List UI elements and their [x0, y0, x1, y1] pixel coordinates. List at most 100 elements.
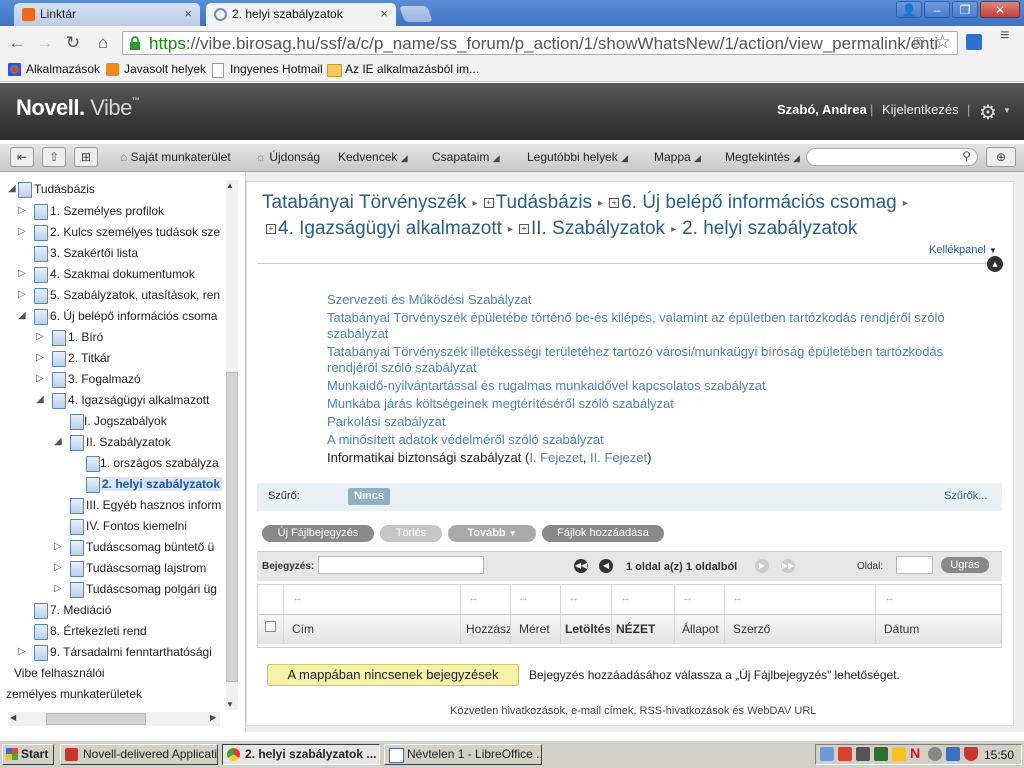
gear-icon[interactable]: ⚙	[979, 100, 997, 125]
sidebar-hscroll-thumb[interactable]	[46, 713, 146, 725]
tray-app-icon[interactable]	[838, 747, 852, 761]
reload-icon[interactable]: ↻	[62, 32, 84, 54]
user-name-link[interactable]: Szabó, Andrea	[777, 102, 867, 117]
bookmark-star-icon[interactable]: ☆	[934, 31, 951, 54]
close-window-button[interactable]: ✕	[980, 1, 1020, 18]
column-resize-icon[interactable]: ↔	[620, 592, 631, 604]
nav-folder[interactable]: Mappa ◢	[654, 150, 701, 164]
new-file-entry-button[interactable]: Új Fájlbejegyzés	[262, 525, 374, 542]
search-input[interactable]: ⚲	[806, 148, 978, 166]
add-files-button[interactable]: Fájlok hozzáadása	[542, 525, 664, 542]
subfolder-link[interactable]: Parkolási szabályzat	[327, 414, 987, 430]
column-resize-icon[interactable]: ↔	[682, 592, 693, 604]
upload-icon[interactable]: ⇧	[42, 147, 66, 167]
footer-links[interactable]: Közvetlen hivatkozások, e-mail címek, RS…	[450, 705, 816, 717]
n-letter-icon[interactable]: N	[910, 745, 920, 761]
column-resize-icon[interactable]: ↔	[732, 592, 743, 604]
last-page-icon[interactable]: ▶▶	[781, 559, 795, 573]
volume-icon[interactable]	[856, 747, 870, 761]
next-page-icon[interactable]: ▶	[755, 559, 769, 573]
subfolder-link[interactable]: Szervezeti és Működési Szabályzat	[327, 292, 987, 308]
subfolder-link[interactable]: Tatabányai Törvényszék épületébe történő…	[327, 310, 987, 342]
toolpanel-link[interactable]: Kellékpanel ▼	[929, 244, 997, 256]
scroll-down-icon[interactable]: ▼	[226, 700, 234, 709]
tray-app-icon[interactable]	[874, 747, 888, 761]
home-icon[interactable]: ⌂	[92, 32, 114, 54]
column-header[interactable]: Cím	[292, 622, 452, 636]
taskbar-item[interactable]: Névtelen 1 - LibreOffice ...	[384, 744, 542, 765]
tray-app-icon[interactable]	[946, 747, 960, 761]
expand-icon[interactable]: +	[518, 224, 529, 234]
column-header[interactable]: Állapot	[682, 622, 722, 636]
nav-favorites[interactable]: Kedvencek ◢	[338, 150, 408, 164]
column-header[interactable]: Dátum	[884, 622, 994, 636]
breadcrumb-item[interactable]: Tatabányai Törvényszék	[262, 192, 467, 213]
taskbar-item[interactable]: Novell-delivered Applicati...	[60, 744, 218, 765]
column-resize-icon[interactable]: ↔	[468, 592, 479, 604]
column-resize-icon[interactable]: ↔	[292, 592, 303, 604]
logout-link[interactable]: Kijelentkezés	[882, 102, 959, 117]
nav-my-workspace[interactable]: ⌂ Saját munkaterület	[120, 150, 231, 164]
sidebar-scroll-thumb[interactable]	[226, 372, 238, 682]
subfolder-link[interactable]: Munkába járás költségeinek megtérítésérő…	[327, 396, 987, 412]
go-button[interactable]: Ugrás	[941, 557, 989, 573]
column-header[interactable]: Letöltések	[565, 622, 610, 636]
column-resize-icon[interactable]: ↔	[518, 592, 529, 604]
column-resize-icon[interactable]: ↔	[568, 592, 579, 604]
address-bar[interactable]: https://vibe.birosag.hu/ssf/a/c/p_name/s…	[122, 31, 958, 55]
bookmark-hotmail[interactable]: Ingyenes Hotmail	[212, 62, 323, 78]
scroll-right-icon[interactable]: ▶	[210, 713, 216, 722]
bookmark-ie-import[interactable]: Az IE alkalmazásból im...	[327, 62, 479, 77]
expand-icon[interactable]: +	[609, 198, 620, 208]
nav-whats-new[interactable]: ☼ Újdonság	[255, 150, 320, 164]
filters-link[interactable]: Szűrők...	[944, 490, 987, 502]
subfolder-link[interactable]: Munkaidő-nyilvántartással és rugalmas mu…	[327, 378, 987, 394]
nav-view[interactable]: Megtekintés ◢	[725, 150, 800, 164]
first-page-icon[interactable]: ◀◀	[574, 559, 588, 573]
bookmark-apps[interactable]: Alkalmazások	[8, 62, 100, 76]
ie-tab-icon[interactable]	[966, 34, 982, 50]
network-icon[interactable]	[820, 747, 834, 761]
chevron-down-icon[interactable]: ▼	[1003, 106, 1011, 115]
minimize-button[interactable]: –	[924, 1, 950, 18]
collapse-up-icon[interactable]: ▲	[987, 256, 1003, 272]
collapse-sidebar-icon[interactable]: ⇤	[10, 147, 34, 167]
user-profile-button[interactable]: 👤	[896, 1, 922, 18]
tray-app-icon[interactable]	[928, 747, 942, 761]
page-number-input[interactable]	[896, 556, 933, 574]
chapter-link[interactable]: II. Fejezet	[590, 450, 647, 465]
add-to-favorites-icon[interactable]: ⊕	[986, 147, 1016, 167]
bookmark-suggested[interactable]: Javasolt helyek	[106, 62, 206, 76]
taskbar-item-active[interactable]: 2. helyi szabályzatok ...	[222, 744, 380, 765]
restore-button[interactable]: ❐	[952, 1, 978, 18]
prev-page-icon[interactable]: ◀	[599, 559, 613, 573]
breadcrumb-item[interactable]: Tudásbázis	[496, 192, 592, 213]
column-header[interactable]: Méret	[519, 622, 559, 636]
column-header[interactable]: Szerző	[733, 622, 873, 636]
column-header[interactable]: NÉZET	[616, 622, 672, 636]
start-button[interactable]: Start	[2, 744, 54, 765]
forward-icon[interactable]: →	[34, 32, 56, 54]
nav-my-teams[interactable]: Csapataim ◢	[432, 150, 500, 164]
delete-button[interactable]: Törlés	[380, 525, 442, 542]
close-tab-icon[interactable]: ×	[380, 6, 388, 21]
search-icon[interactable]: ⚲	[962, 149, 971, 163]
expand-icon[interactable]: +	[483, 198, 494, 208]
tree-view-icon[interactable]: ⊞	[74, 147, 98, 167]
close-tab-icon[interactable]: ×	[184, 6, 192, 21]
shield-icon[interactable]	[964, 747, 978, 761]
entry-search-input[interactable]	[318, 556, 484, 574]
breadcrumb-item[interactable]: 6. Új belépő információs csomag	[621, 192, 897, 213]
scroll-left-icon[interactable]: ◀	[10, 713, 16, 722]
chapter-link[interactable]: I. Fejezet	[529, 450, 582, 465]
browser-tab-active[interactable]: 2. helyi szabályzatok ×	[206, 3, 396, 26]
breadcrumb-item[interactable]: II. Szabályzatok	[531, 218, 665, 239]
filter-value-chip[interactable]: Nincs	[348, 488, 390, 505]
more-button[interactable]: Tovább ▼	[448, 525, 536, 542]
back-icon[interactable]: ←	[6, 32, 28, 54]
subfolder-link[interactable]: A minősített adatok védelméről szóló sza…	[327, 432, 987, 448]
novell-vibe-logo[interactable]: Novell. Vibe™	[16, 95, 140, 121]
breadcrumb-item[interactable]: 4. Igazságügyi alkalmazott	[278, 218, 502, 239]
column-header[interactable]: Hozzászólás	[466, 622, 510, 636]
nav-recent-places[interactable]: Legutóbbi helyek ◢	[527, 150, 628, 164]
